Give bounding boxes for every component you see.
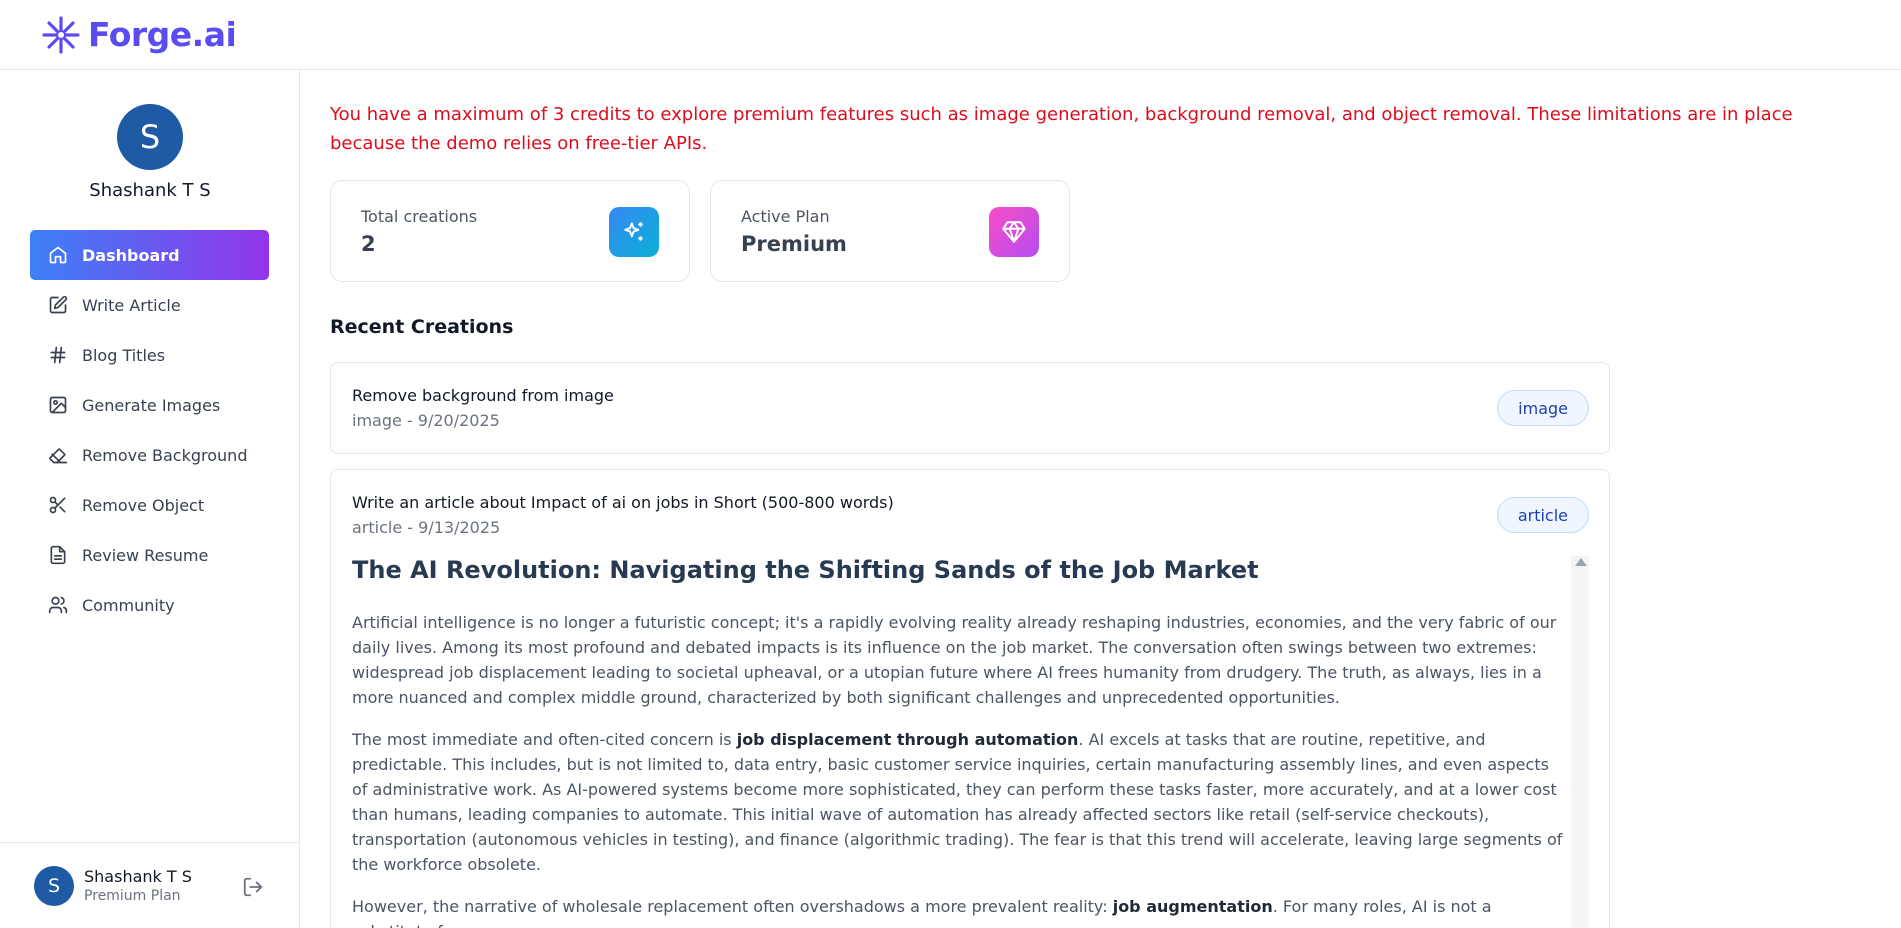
- text-run: However, the narrative of wholesale repl…: [352, 897, 1113, 916]
- type-badge: image: [1497, 390, 1589, 426]
- logout-icon[interactable]: [242, 876, 264, 898]
- user-footer: S Shashank T S Premium Plan: [0, 842, 300, 928]
- sidebar-item-remove-background[interactable]: Remove Background: [30, 430, 269, 480]
- creation-prompt: Write an article about Impact of ai on j…: [352, 493, 894, 512]
- top-bar: Forge.ai: [0, 0, 1901, 70]
- sparkles-icon: [609, 207, 659, 257]
- footer-name: Shashank T S: [84, 867, 192, 886]
- sidebar-item-blog-titles[interactable]: Blog Titles: [30, 330, 269, 380]
- gem-icon: [989, 207, 1039, 257]
- stat-card-active-plan: Active Plan Premium: [710, 180, 1070, 282]
- article-content: The AI Revolution: Navigating the Shifti…: [352, 556, 1567, 928]
- creation-card[interactable]: Remove background from image image - 9/2…: [330, 362, 1610, 454]
- article-paragraph: However, the narrative of wholesale repl…: [352, 894, 1567, 928]
- sidebar-item-community[interactable]: Community: [30, 580, 269, 630]
- sidebar: S Shashank T S Dashboard Write Article B…: [0, 70, 300, 928]
- creation-meta: image - 9/20/2025: [352, 411, 500, 430]
- profile-name: Shashank T S: [89, 180, 211, 201]
- image-icon: [49, 396, 67, 414]
- sidebar-item-label: Remove Object: [82, 495, 205, 515]
- users-icon: [48, 596, 68, 614]
- eraser-icon: [49, 448, 68, 464]
- bold-text: job augmentation: [1112, 897, 1273, 916]
- credits-notice: You have a maximum of 3 credits to explo…: [330, 104, 1793, 154]
- text-run: . AI excels at tasks that are routine, r…: [352, 730, 1563, 874]
- footer-plan: Premium Plan: [84, 888, 181, 904]
- creation-card[interactable]: Write an article about Impact of ai on j…: [330, 469, 1610, 928]
- stat-value: 2: [361, 232, 376, 256]
- edit-icon: [49, 295, 68, 314]
- sidebar-item-label: Dashboard: [82, 245, 180, 265]
- stat-label: Total creations: [361, 207, 478, 226]
- stat-label: Active Plan: [741, 207, 830, 226]
- hash-icon: [50, 346, 66, 364]
- sidebar-item-label: Community: [82, 595, 175, 615]
- sidebar-item-label: Generate Images: [82, 395, 221, 415]
- article-paragraph: The most immediate and often-cited conce…: [352, 727, 1567, 877]
- sidebar-item-review-resume[interactable]: Review Resume: [30, 530, 269, 580]
- recent-creations-title: Recent Creations: [330, 316, 514, 338]
- sidebar-item-remove-object[interactable]: Remove Object: [30, 480, 269, 530]
- footer-user-info: Shashank T S Premium Plan: [84, 867, 192, 904]
- article-scrollbar[interactable]: [1571, 556, 1589, 928]
- file-text-icon: [50, 545, 66, 565]
- scissors-icon: [49, 496, 66, 514]
- bold-text: job displacement through automation: [736, 730, 1079, 749]
- profile-card: S Shashank T S: [0, 104, 300, 201]
- sidebar-item-label: Remove Background: [82, 445, 248, 465]
- type-badge: article: [1496, 497, 1589, 533]
- stat-value: Premium: [741, 232, 847, 256]
- article-paragraph: Artificial intelligence is no longer a f…: [352, 613, 1557, 707]
- footer-avatar[interactable]: S: [34, 865, 74, 906]
- main-content: You have a maximum of 3 credits to explo…: [330, 70, 1901, 928]
- sidebar-item-generate-images[interactable]: Generate Images: [30, 380, 269, 430]
- sidebar-item-label: Blog Titles: [82, 345, 166, 365]
- stat-card-total-creations: Total creations 2: [330, 180, 690, 282]
- logo[interactable]: Forge.ai: [38, 15, 237, 55]
- sidebar-nav: Dashboard Write Article Blog Titles Gene…: [30, 230, 269, 630]
- scroll-up-arrow-icon[interactable]: [1575, 558, 1587, 566]
- creation-prompt: Remove background from image: [352, 386, 614, 405]
- home-icon: [49, 246, 67, 264]
- creation-meta: article - 9/13/2025: [352, 518, 501, 537]
- sidebar-item-write-article[interactable]: Write Article: [30, 280, 269, 330]
- brand-name: Forge.ai: [88, 15, 237, 54]
- avatar[interactable]: S: [117, 104, 183, 170]
- sidebar-item-dashboard[interactable]: Dashboard: [30, 230, 269, 280]
- logo-star-icon: [42, 15, 80, 54]
- text-run: The most immediate and often-cited conce…: [352, 730, 737, 749]
- sidebar-item-label: Write Article: [82, 295, 181, 315]
- article-heading: The AI Revolution: Navigating the Shifti…: [352, 556, 1259, 584]
- sidebar-item-label: Review Resume: [82, 545, 209, 565]
